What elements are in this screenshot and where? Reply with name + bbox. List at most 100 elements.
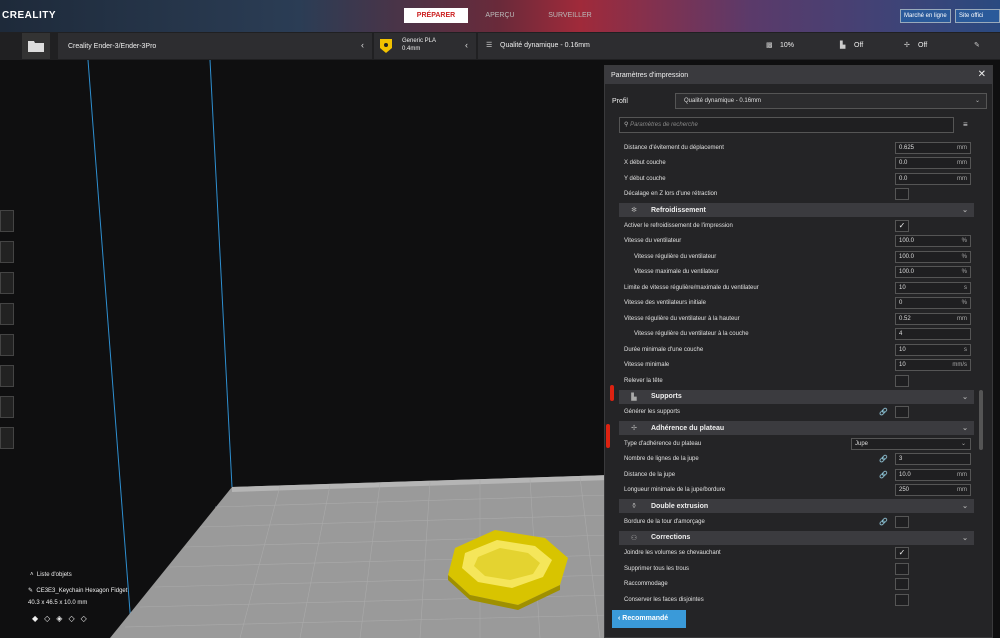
scale-tool-icon[interactable] [0,241,14,263]
setting-field[interactable]: 0.0 mm [895,172,971,185]
setting-label: Décalage en Z lors d'une rétraction [624,191,718,198]
setting-row: Vitesse du ventilateur 100.0% [619,234,974,250]
setting-label: Vitesse des ventilateurs initiale [624,300,706,307]
tab-preview[interactable]: APERÇU [474,8,526,23]
setting-label: Bordure de la tour d'amorçage [624,518,705,525]
panel-header: Paramètres d'impression ✕ [605,66,992,84]
setting-checkbox[interactable] [895,578,909,591]
category-label: Refroidissement [651,206,706,214]
setting-label: Durée minimale d'une couche [624,346,704,353]
layflat-tool-icon[interactable] [0,334,14,356]
setting-label: Relever la tête [624,377,663,384]
setting-field[interactable]: 10 s [895,343,971,356]
pencil-icon[interactable]: ✎ [28,588,33,594]
field-value: 3 [899,456,903,463]
category-18[interactable]: ✢ Adhérence du plateau ⌄ [619,421,974,435]
setting-field[interactable]: 100.0% [895,250,971,263]
profile-select[interactable]: Qualité dynamique - 0.16mm ⌄ [675,93,987,109]
close-icon[interactable]: ✕ [978,69,986,80]
tab-monitor[interactable]: SURVEILLER [540,8,600,23]
settings-search-input[interactable]: ⚲ Paramètres de recherche [619,117,954,133]
quality-profile: Qualité dynamique - 0.16mm [500,42,590,49]
object-list-header[interactable]: Liste d'objets [37,572,72,578]
print-settings-panel: Paramètres d'impression ✕ Profil Qualité… [604,65,993,638]
setting-checkbox[interactable] [895,593,909,606]
support-icon: ▙ [840,42,846,49]
category-icon: ✻ [631,207,637,214]
setting-field[interactable]: 10 mm/s [895,359,971,372]
setting-checkbox[interactable] [895,562,909,575]
setting-checkbox[interactable] [895,515,909,528]
chevron-up-icon[interactable]: ˄ [30,572,34,578]
print-settings-selector[interactable]: ☰ Qualité dynamique - 0.16mm ▩ 10% ▙ Off… [478,33,1000,59]
move-tool-icon[interactable] [0,210,14,232]
category-16[interactable]: ▙ Supports ⌄ [619,389,974,404]
recommended-label: Recommandé [622,615,669,622]
spool-icon [380,39,392,53]
setting-row: Vitesse régulière du ventilateur à la ha… [619,311,974,327]
mirror-tool-icon[interactable] [0,303,14,325]
link-icon[interactable]: 🔗 [879,518,888,526]
open-file-button[interactable] [22,33,50,59]
field-value: 100.0 [899,269,915,276]
setting-field[interactable]: 100.0% [895,266,971,279]
edit-pencil-icon[interactable]: ✎ [974,41,980,49]
setting-field[interactable]: 10 s [895,281,971,294]
setting-field[interactable]: 100.0% [895,235,971,248]
setting-checkbox[interactable]: ✓ [895,219,909,232]
view-cube-icons[interactable]: ◆◇◈◇◇ [32,614,127,623]
setting-row: Y début couche 0.0 mm [619,171,974,187]
link-icon[interactable]: 🔗 [879,471,888,479]
setting-field[interactable]: 3 [895,453,971,466]
setting-row: Raccommodage [619,577,974,593]
setting-row: Vitesse des ventilateurs initiale 0% [619,296,974,312]
field-value: 0.0 [899,160,908,167]
chevron-down-icon: ⌄ [962,503,968,510]
top-bar: CREALITY PRÉPARER APERÇU SURVEILLER Marc… [0,0,1000,32]
setting-checkbox[interactable] [895,188,909,201]
setting-row: Vitesse régulière du ventilateur 100.0% [619,249,974,265]
tab-prepare[interactable]: PRÉPARER [404,8,468,23]
setting-select[interactable]: Jupe ⌄ [851,437,971,450]
per-model-settings-icon[interactable] [0,365,14,387]
setting-field[interactable]: 0.0 mm [895,157,971,170]
machine-selector[interactable]: Creality Ender-3/Ender-3Pro ‹ [58,33,372,59]
chevron-down-icon: ⌄ [962,534,968,542]
website-button[interactable]: Site offici [955,9,1000,23]
cylinder-tool-icon[interactable] [0,427,14,449]
recommended-button[interactable]: ‹ Recommandé [612,610,686,628]
material-selector[interactable]: Generic PLA 0.4mm ‹ [374,33,476,59]
adhesion-value: Off [918,42,928,49]
support-blocker-icon[interactable] [0,396,14,418]
setting-field[interactable]: 0.625 mm [895,141,971,154]
category-4[interactable]: ✻ Refroidissement ⌄ [619,203,974,217]
link-icon[interactable]: 🔗 [879,408,888,416]
settings-scrollbar[interactable] [979,390,983,450]
chevron-left-icon: ‹ [465,40,468,50]
setting-field[interactable]: 0.52 mm [895,312,971,325]
profile-label: Profil [612,98,628,105]
search-icon: ⚲ [624,122,629,128]
setting-checkbox[interactable]: ✓ [895,547,909,560]
setting-row: Longueur minimale de la jupe/bordure 250 m… [619,483,974,499]
setting-row: Activer le refroidissement de l'impressi… [619,218,974,234]
chevron-down-icon: ⌄ [962,425,968,432]
setting-checkbox[interactable] [895,374,909,387]
settings-menu-icon[interactable]: ≡ [963,120,968,129]
marketplace-button[interactable]: Marché en ligne [900,9,951,23]
setting-field[interactable]: 250 mm [895,484,971,497]
link-icon[interactable]: 🔗 [879,455,888,463]
category-23[interactable]: ⚱ Double extrusion ⌄ [619,499,974,513]
setting-field[interactable]: 0% [895,297,971,310]
setting-checkbox[interactable] [895,406,909,419]
setting-row: Vitesse maximale du ventilateur 100.0% [619,265,974,281]
field-value: 10.0 [899,471,911,478]
object-name[interactable]: CE3E3_Keychain Hexagon Fidget [36,588,127,594]
setting-field[interactable]: 10.0 mm [895,468,971,481]
category-25[interactable]: ⚇ Corrections ⌄ [619,530,974,545]
rotate-tool-icon[interactable] [0,272,14,294]
field-value: 10 [899,284,906,291]
setting-field[interactable]: 4 [895,328,971,341]
field-value: 250 [899,487,910,494]
field-unit: mm [957,144,967,151]
